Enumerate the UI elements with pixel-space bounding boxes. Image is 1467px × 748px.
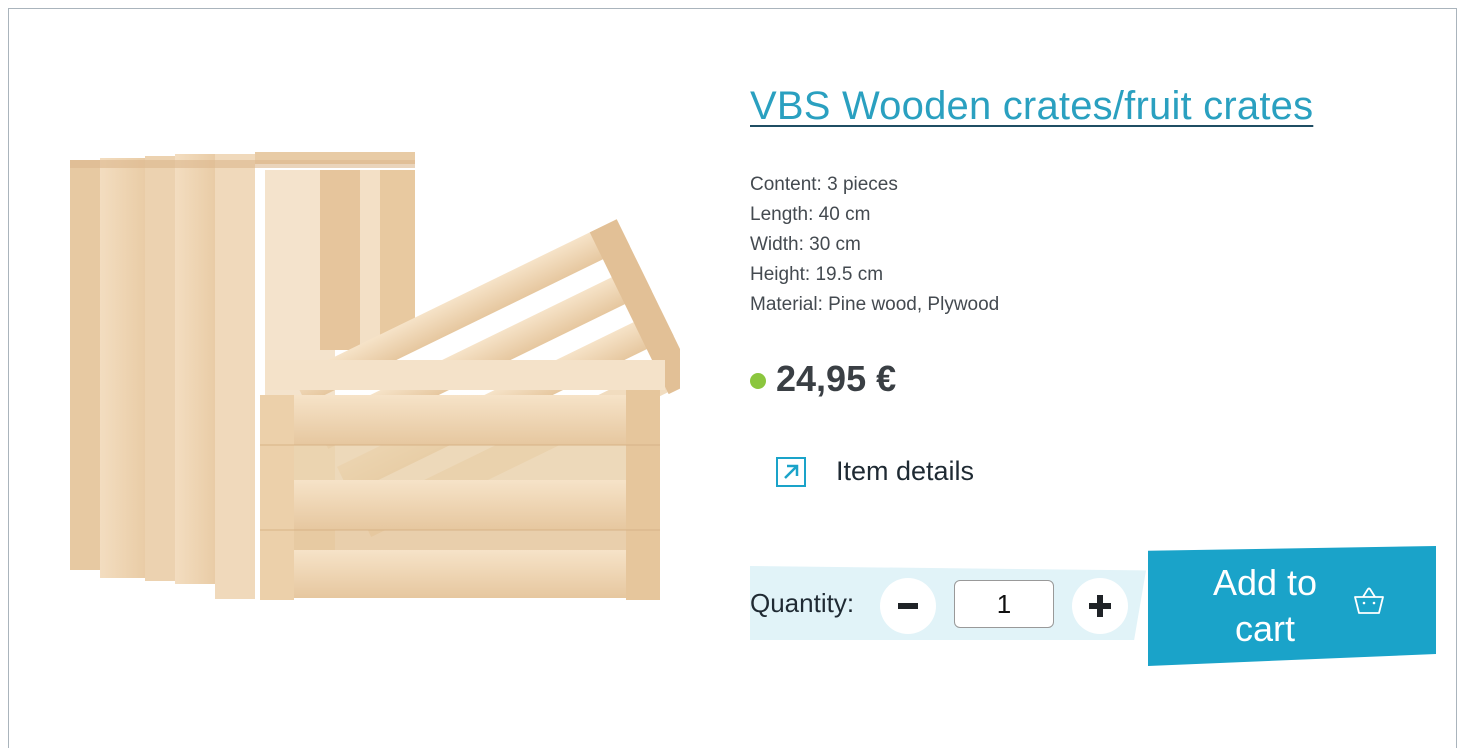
minus-icon xyxy=(898,603,918,609)
spec-height: Height: 19.5 cm xyxy=(750,264,884,285)
product-image[interactable] xyxy=(60,140,680,620)
add-to-cart-label-line1: Add to xyxy=(1212,562,1318,603)
add-to-cart-button[interactable]: Add to cart xyxy=(1148,546,1436,666)
quantity-input[interactable] xyxy=(954,580,1054,628)
spec-length: Length: 40 cm xyxy=(750,204,871,225)
add-to-cart-label: Add to cart xyxy=(1180,560,1350,652)
price-row: 24,95 € xyxy=(750,358,896,400)
product-price: 24,95 € xyxy=(776,358,897,399)
quantity-decrease-button[interactable] xyxy=(880,578,936,634)
product-title[interactable]: VBS Wooden crates/fruit crates xyxy=(750,84,1313,129)
item-details-label: Item details xyxy=(836,456,975,486)
spec-content: Content: 3 pieces xyxy=(750,174,898,195)
arrow-up-right-icon xyxy=(776,456,806,487)
quantity-increase-button[interactable] xyxy=(1072,578,1128,634)
spec-material: Material: Pine wood, Plywood xyxy=(750,294,1000,315)
quantity-label: Quantity: xyxy=(750,588,855,618)
add-to-cart-label-line2: cart xyxy=(1234,608,1295,649)
spec-width: Width: 30 cm xyxy=(750,234,861,255)
plus-icon xyxy=(1089,595,1111,617)
availability-dot-icon xyxy=(750,373,766,389)
item-details-link[interactable]: Item details xyxy=(776,456,974,487)
product-specs: Content: 3 pieces Length: 40 cm Width: 3… xyxy=(750,170,999,320)
basket-icon xyxy=(1354,587,1384,614)
